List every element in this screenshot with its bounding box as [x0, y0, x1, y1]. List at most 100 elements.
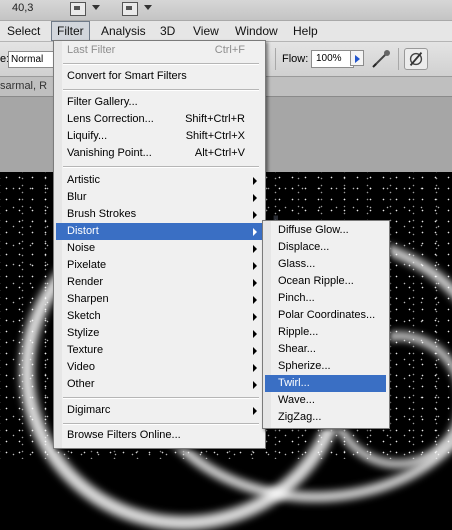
menu-item-other[interactable]: Other: [56, 376, 262, 393]
menu-select[interactable]: Select: [7, 24, 40, 38]
menu-window[interactable]: Window: [235, 24, 278, 38]
menu-item-last-filter: Last Filter Ctrl+F: [56, 42, 262, 59]
submenu-arrow-icon: [253, 347, 257, 355]
menu-separator: [63, 423, 259, 425]
item-shortcut: Shift+Ctrl+X: [185, 130, 245, 142]
menu-item-filter-gallery[interactable]: Filter Gallery...: [56, 94, 262, 111]
submenu-arrow-icon: [253, 177, 257, 185]
item-label: Other: [67, 378, 95, 390]
menu-item-digimarc[interactable]: Digimarc: [56, 402, 262, 419]
item-shortcut: Alt+Ctrl+V: [194, 147, 245, 159]
item-label: Vanishing Point...: [67, 147, 152, 159]
item-label: Digimarc: [67, 404, 111, 416]
app-top-strip: 40,3: [0, 0, 452, 21]
menu-separator: [63, 166, 259, 168]
submenu-arrow-icon: [253, 245, 257, 253]
divider: [398, 48, 399, 70]
submenu-arrow-icon: [253, 262, 257, 270]
submenu-arrow-icon: [253, 313, 257, 321]
submenu-arrow-icon: [253, 381, 257, 389]
chevron-down-icon[interactable]: [92, 5, 100, 10]
submenu-arrow-icon: [253, 228, 257, 236]
submenu-arrow-icon: [253, 364, 257, 372]
item-label: Artistic: [67, 174, 100, 186]
menu-item-liquify[interactable]: Liquify... Shift+Ctrl+X: [56, 128, 262, 145]
menu-item-wave[interactable]: Wave...: [265, 392, 386, 409]
item-label: Render: [67, 276, 104, 288]
item-label: Distort: [67, 225, 99, 237]
submenu-arrow-icon: [253, 296, 257, 304]
menu-filter[interactable]: Filter: [51, 21, 90, 41]
item-label: Browse Filters Online...: [67, 429, 181, 441]
menu-item-spherize[interactable]: Spherize...: [265, 358, 386, 375]
item-shortcut: Ctrl+F: [214, 44, 245, 56]
menu-item-browse-filters-online[interactable]: Browse Filters Online...: [56, 427, 262, 444]
menu-item-zigzag[interactable]: ZigZag...: [265, 409, 386, 426]
menu-item-ripple[interactable]: Ripple...: [265, 324, 386, 341]
menu-item-polar-coordinates[interactable]: Polar Coordinates...: [265, 307, 386, 324]
menu-item-stylize[interactable]: Stylize: [56, 325, 262, 342]
item-label: Stylize: [67, 327, 100, 339]
tablet-pressure-icon[interactable]: [404, 48, 428, 70]
menu-view[interactable]: View: [193, 24, 219, 38]
document-title: sarmal, R: [0, 80, 48, 92]
flow-slider-button[interactable]: [350, 50, 364, 66]
submenu-arrow-icon: [253, 194, 257, 202]
submenu-arrow-icon: [253, 279, 257, 287]
menu-item-sharpen[interactable]: Sharpen: [56, 291, 262, 308]
menu-item-blur[interactable]: Blur: [56, 189, 262, 206]
screen-mode-icon[interactable]: [122, 2, 138, 16]
submenu-arrow-icon: [253, 330, 257, 338]
menu-bar: Select Filter Analysis 3D View Window He…: [0, 21, 452, 42]
menu-item-artistic[interactable]: Artistic: [56, 172, 262, 189]
menu-separator: [63, 397, 259, 399]
menu-item-displace[interactable]: Displace...: [265, 239, 386, 256]
menu-item-convert-smart-filters[interactable]: Convert for Smart Filters: [56, 68, 262, 85]
zoom-level: 40,3: [12, 2, 34, 14]
menu-analysis[interactable]: Analysis: [101, 24, 146, 38]
menu-item-glass[interactable]: Glass...: [265, 256, 386, 273]
airbrush-icon[interactable]: [371, 48, 393, 68]
item-label: Last Filter: [67, 44, 116, 56]
blend-mode-select[interactable]: Normal: [8, 51, 55, 68]
menu-item-vanishing-point[interactable]: Vanishing Point... Alt+Ctrl+V: [56, 145, 262, 162]
item-label: Liquify...: [67, 130, 108, 142]
distort-submenu: Diffuse Glow... Displace... Glass... Oce…: [262, 220, 390, 429]
menu-help[interactable]: Help: [293, 24, 318, 38]
item-shortcut: Shift+Ctrl+R: [185, 113, 245, 125]
chevron-down-icon[interactable]: [144, 5, 152, 10]
item-label: Sketch: [67, 310, 101, 322]
menu-3d[interactable]: 3D: [160, 24, 175, 38]
menu-item-twirl[interactable]: Twirl...: [265, 375, 386, 392]
flow-input[interactable]: 100%: [311, 50, 354, 68]
item-label: Brush Strokes: [67, 208, 137, 220]
item-label: Blur: [67, 191, 87, 203]
item-label: Sharpen: [67, 293, 109, 305]
menu-item-pixelate[interactable]: Pixelate: [56, 257, 262, 274]
menu-separator: [63, 63, 259, 65]
divider: [275, 48, 276, 70]
item-label: Pixelate: [67, 259, 107, 271]
menu-item-noise[interactable]: Noise: [56, 240, 262, 257]
menu-item-shear[interactable]: Shear...: [265, 341, 386, 358]
flow-label: Flow:: [282, 53, 309, 65]
arrange-documents-icon[interactable]: [70, 2, 86, 16]
menu-item-brush-strokes[interactable]: Brush Strokes: [56, 206, 262, 223]
item-label: Texture: [67, 344, 104, 356]
item-label: Filter Gallery...: [67, 96, 138, 108]
menu-item-video[interactable]: Video: [56, 359, 262, 376]
menu-item-lens-correction[interactable]: Lens Correction... Shift+Ctrl+R: [56, 111, 262, 128]
item-label: Lens Correction...: [67, 113, 154, 125]
menu-item-ocean-ripple[interactable]: Ocean Ripple...: [265, 273, 386, 290]
menu-separator: [63, 89, 259, 91]
submenu-arrow-icon: [253, 211, 257, 219]
item-label: Video: [67, 361, 95, 373]
menu-item-sketch[interactable]: Sketch: [56, 308, 262, 325]
menu-item-pinch[interactable]: Pinch...: [265, 290, 386, 307]
menu-item-distort[interactable]: Distort: [56, 223, 262, 240]
menu-item-texture[interactable]: Texture: [56, 342, 262, 359]
filter-menu: Last Filter Ctrl+F Convert for Smart Fil…: [53, 40, 266, 449]
menu-item-diffuse-glow[interactable]: Diffuse Glow...: [265, 222, 386, 239]
menu-item-render[interactable]: Render: [56, 274, 262, 291]
submenu-arrow-icon: [253, 407, 257, 415]
